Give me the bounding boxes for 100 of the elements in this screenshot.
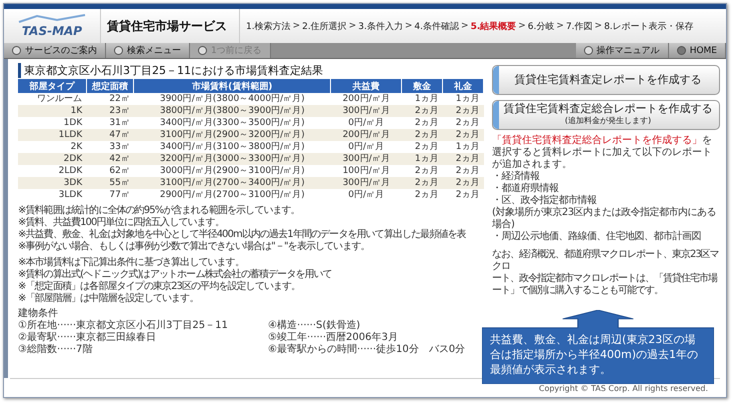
table-cell: 2ヵ月 (442, 105, 484, 117)
column-header: 市場賃料(賃料範囲) (134, 79, 331, 93)
table-cell: 2ヵ月 (402, 105, 443, 117)
step-link[interactable]: 1.検索方法 (246, 20, 291, 32)
table-cell: 2ヵ月 (442, 117, 484, 129)
table-cell: 2ヵ月 (402, 177, 443, 189)
section-title: 建物条件 (18, 308, 59, 320)
logo-text: TAS-MAP (22, 24, 82, 38)
table-cell: 1ヵ月 (442, 141, 484, 153)
table-cell: 2LDK (18, 165, 86, 177)
table-cell: 0円/㎡月 (330, 117, 402, 129)
create-report-button[interactable]: 賃貸住宅賃料査定総合レポートを作成する (追加料金が発生します) (492, 100, 720, 130)
table-cell: 2900円/㎡月(2700～3100円/㎡月) (134, 189, 331, 201)
callout-text: 共益費、敷金、礼金は周辺(東京23区の場合は指定場所から半径400m)の過去1年の最頻値が表示されます。 (490, 332, 700, 377)
table-cell: 3400円/㎡月(3300～3500円/㎡月) (134, 117, 331, 129)
table-cell: 300円/㎡月 (330, 177, 402, 189)
table-cell: 3800円/㎡月(3800～3900円/㎡月) (134, 105, 331, 117)
field-label: ⑥最寄駅からの時間 (268, 344, 357, 356)
field-value: ······東京都三田線春日 (56, 332, 156, 344)
table-cell: 3400円/㎡月(3100～3800円/㎡月) (134, 141, 331, 153)
info-paragraph: 「賃貸住宅賃料査定総合レポートを作成する」を選択すると賃料レポートに加えて以下のレポートが追加されます。 (492, 135, 713, 170)
table-cell: 2DK (18, 153, 86, 165)
table-cell: 2K (18, 141, 86, 153)
list-item: (対象場所が東京23区内または政令指定都市内にある場合) (492, 207, 718, 230)
table-cell: 1ヵ月 (402, 153, 443, 165)
table-cell: 200円/㎡月 (330, 93, 402, 105)
table-cell: 22㎡ (86, 93, 134, 105)
table-cell: 2ヵ月 (402, 117, 443, 129)
table-cell: 2ヵ月 (402, 141, 443, 153)
table-cell: 3000円/㎡月(2900～3100円/㎡月) (134, 165, 331, 177)
table-cell: 2ヵ月 (402, 165, 443, 177)
column-header: 敷金 (402, 79, 443, 93)
table-cell: 300円/㎡月 (330, 105, 402, 117)
step-link[interactable]: 2.住所選択 (302, 20, 347, 32)
info-text: ート、政令指定都市マクロレポートは、「賃貸住宅市場 (492, 273, 718, 284)
list-item: ・区、政令指定都市情報 (492, 195, 598, 206)
toolbar-button[interactable]: HOME (668, 43, 726, 58)
step-separator: > (594, 21, 602, 31)
table-cell: 100円/㎡月 (330, 165, 402, 177)
table-cell: 200円/㎡月 (330, 129, 402, 141)
table-cell: 1DK (18, 117, 86, 129)
table-cell: 1LDK (18, 129, 86, 141)
column-header: 部屋タイプ (18, 79, 86, 93)
note-text: ※賃料の算出式(ヘドニック式)はアットホーム株式会社の蓄積データを用いて (18, 269, 333, 280)
table-cell: 47㎡ (86, 129, 134, 141)
table-cell: 31㎡ (86, 117, 134, 129)
table-cell: 2ヵ月 (442, 189, 484, 201)
table-cell: 77㎡ (86, 189, 134, 201)
field-value: ······東京都文京区小石川3丁目25－11 (56, 320, 228, 332)
step-separator: > (556, 21, 564, 31)
list-item: ・都道府県情報 (492, 183, 560, 194)
copyright-text: Copyright © TAS Corp. All rights reserved. (538, 384, 708, 392)
step-separator: > (518, 21, 526, 31)
field-value: ······徒歩10分 バス0分 (356, 344, 466, 356)
list-item: ・周辺公示地価、路線価、住宅地図、都市計画図 (492, 231, 702, 243)
info-text: ート」で個別に購入することも可能です。 (492, 285, 664, 297)
column-header: 想定面積 (86, 79, 134, 93)
step-separator: > (348, 21, 356, 31)
table-cell: 23㎡ (86, 105, 134, 117)
step-link[interactable]: 8.レポート表示・保存 (604, 20, 694, 32)
table-cell: 33㎡ (86, 141, 134, 153)
table-cell: 3100円/㎡月(2900～3200円/㎡月) (134, 129, 331, 141)
table-cell: 3LDK (18, 189, 86, 201)
toolbar-button[interactable]: サービスのご案内 (4, 43, 106, 58)
step-link[interactable]: 3.条件入力 (358, 20, 403, 32)
table-cell: 1K (18, 105, 86, 117)
note-text: ※本市場賃料は下記算出条件に基づき算出しています。 (18, 257, 245, 268)
table-cell: 2ヵ月 (402, 189, 443, 201)
step-link[interactable]: 5.結果概要 (470, 20, 516, 32)
field-label: ②最寄駅 (18, 332, 57, 344)
table-cell: 3DK (18, 177, 86, 189)
step-link[interactable]: 4.条件確認 (414, 20, 460, 32)
info-text: なお、経済概況、都道府県マクロレポート、東京23区マクロ (492, 249, 720, 272)
table-cell: ワンルーム (18, 93, 86, 105)
column-header: 礼金 (442, 79, 484, 93)
create-report-button[interactable]: 賃貸住宅賃料査定レポートを作成する (492, 65, 720, 95)
table-cell: 2ヵ月 (442, 129, 484, 141)
toolbar-button[interactable]: 検索メニュー (106, 43, 190, 58)
step-link[interactable]: 7.作図 (566, 20, 593, 32)
field-value: ······7階 (56, 344, 92, 356)
field-label: ⑤竣工年 (268, 332, 307, 344)
column-header: 共益費 (330, 79, 402, 93)
field-label: ④構造 (268, 320, 297, 332)
table-cell: 2ヵ月 (402, 129, 443, 141)
field-label: ①所在地 (18, 320, 57, 332)
table-cell: 2ヵ月 (442, 153, 484, 165)
table-cell: 0円/㎡月 (330, 189, 402, 201)
table-cell: 3100円/㎡月(2700～3400円/㎡月) (134, 177, 331, 189)
table-cell: 55㎡ (86, 177, 134, 189)
table-cell: 1ヵ月 (402, 93, 443, 105)
note-text: ※賃料、共益費100円単位に四捨五入しています。 (18, 217, 225, 228)
note-text: ※事例がない場合、もしくは事例が少数で算出できない場合は"－"を表示しています。 (18, 241, 371, 253)
note-text: ※「想定面積」は各部屋タイプの東京23区の平均を設定しています。 (18, 281, 302, 292)
step-separator: > (292, 21, 300, 31)
step-link[interactable]: 6.分岐 (528, 20, 554, 32)
table-cell: 2ヵ月 (442, 177, 484, 189)
table-cell: 300円/㎡月 (330, 153, 402, 165)
table-cell: 42㎡ (86, 153, 134, 165)
toolbar-button[interactable]: 操作マニュアル (576, 43, 669, 58)
table-cell: 0円/㎡月 (330, 141, 402, 153)
